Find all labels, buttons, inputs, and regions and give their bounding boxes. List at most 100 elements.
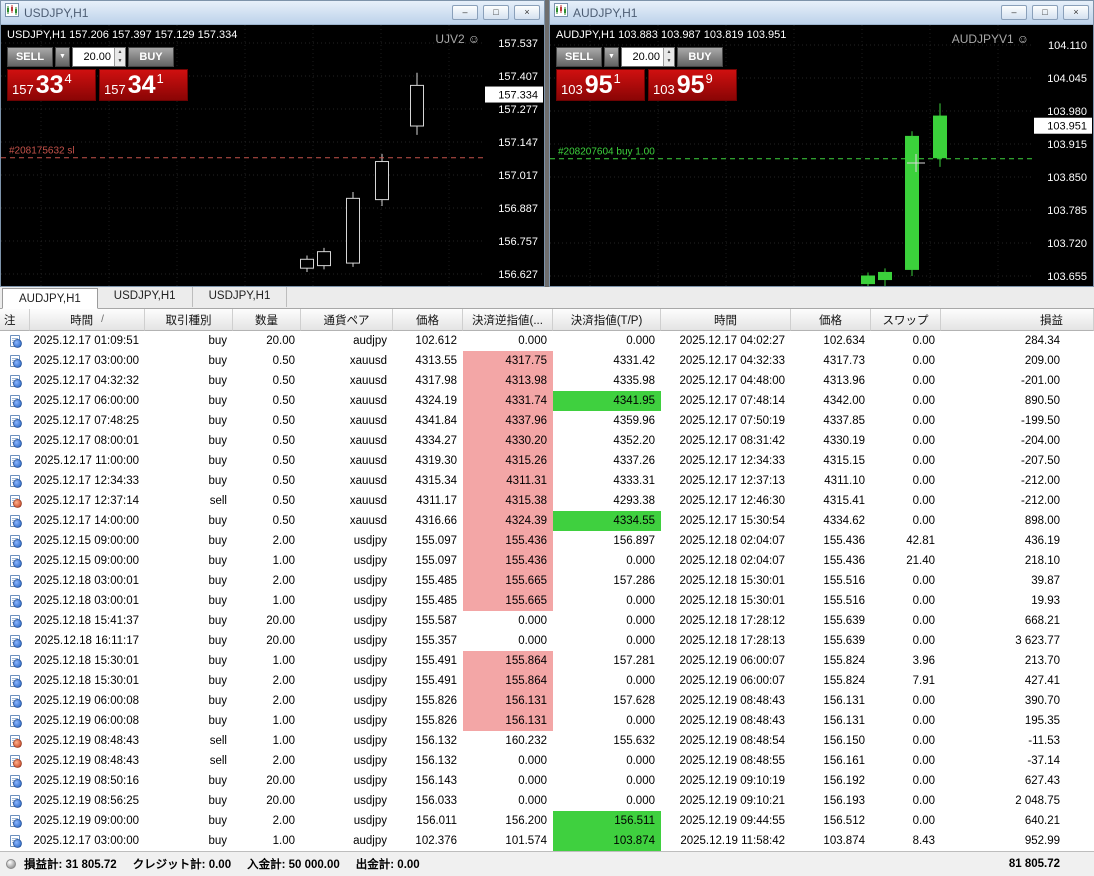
history-row[interactable]: 2025.12.19 08:56:25 buy 20.00 usdjpy 156.033… xyxy=(0,791,1094,811)
close-button[interactable]: × xyxy=(1063,5,1089,20)
cell-p1: 4334.27 xyxy=(415,435,457,447)
history-row[interactable]: 2025.12.17 06:00:00 buy 0.50 xauusd 4324.19 4… xyxy=(0,391,1094,411)
history-tab-usdjpy-h1[interactable]: USDJPY,H1 xyxy=(98,286,193,307)
buy-button[interactable]: BUY xyxy=(677,47,723,67)
history-row[interactable]: 2025.12.19 08:48:43 sell 2.00 usdjpy 156.132… xyxy=(0,751,1094,771)
cell-p1: 155.587 xyxy=(415,615,457,627)
cell-p2: 4317.73 xyxy=(823,355,865,367)
history-tab-audjpy-h1[interactable]: AUDJPY,H1 xyxy=(2,288,98,309)
buy-price-display[interactable]: 157 34 1 xyxy=(99,69,188,101)
history-row[interactable]: 2025.12.18 03:00:01 buy 2.00 usdjpy 155.485 1… xyxy=(0,571,1094,591)
column-header-icon[interactable]: 注 xyxy=(0,309,30,331)
cell-swap: 0.00 xyxy=(912,375,935,387)
cell-tp: 0.000 xyxy=(626,795,655,807)
history-row[interactable]: 2025.12.18 15:30:01 buy 2.00 usdjpy 155.491 1… xyxy=(0,671,1094,691)
spinner-up-icon[interactable]: ▲ xyxy=(664,48,674,57)
volume-input[interactable]: 20.00 ▲ ▼ xyxy=(621,47,675,67)
cell-type: buy xyxy=(208,435,227,447)
window-titlebar[interactable]: USDJPY,H1 – □ × xyxy=(1,1,544,25)
column-header-t2[interactable]: 時間 xyxy=(661,309,791,331)
history-row[interactable]: 2025.12.17 14:00:00 buy 0.50 xauusd 4316.66 4… xyxy=(0,511,1094,531)
expert-label: UJV2 xyxy=(435,32,465,46)
sell-button[interactable]: SELL xyxy=(7,47,53,67)
sell-button[interactable]: SELL xyxy=(556,47,602,67)
volume-dropdown[interactable]: ▼ xyxy=(55,47,70,67)
cell-t1: 2025.12.17 01:09:51 xyxy=(33,335,139,347)
column-header-p1[interactable]: 価格 xyxy=(393,309,463,331)
column-header-vol[interactable]: 数量 xyxy=(233,309,301,331)
history-row[interactable]: 2025.12.17 04:32:32 buy 0.50 xauusd 4317.98 4… xyxy=(0,371,1094,391)
column-header-sym[interactable]: 通貨ペア xyxy=(301,309,393,331)
history-row[interactable]: 2025.12.19 08:48:43 sell 1.00 usdjpy 156.132… xyxy=(0,731,1094,751)
history-row[interactable]: 2025.12.18 03:00:01 buy 1.00 usdjpy 155.485 1… xyxy=(0,591,1094,611)
cell-p2: 156.150 xyxy=(823,735,865,747)
cell-sym: usdjpy xyxy=(353,595,387,607)
cell-t2: 2025.12.19 08:48:43 xyxy=(679,715,785,727)
order-buy-icon xyxy=(10,635,22,648)
restore-button[interactable]: □ xyxy=(1032,5,1058,20)
history-row[interactable]: 2025.12.19 06:00:08 buy 2.00 usdjpy 155.826 1… xyxy=(0,691,1094,711)
history-row[interactable]: 2025.12.18 15:30:01 buy 1.00 usdjpy 155.491 1… xyxy=(0,651,1094,671)
history-row[interactable]: 2025.12.19 06:00:08 buy 1.00 usdjpy 155.826 1… xyxy=(0,711,1094,731)
history-row[interactable]: 2025.12.17 12:34:33 buy 0.50 xauusd 4315.34 4… xyxy=(0,471,1094,491)
cell-tp: 156.511 xyxy=(553,811,661,831)
cell-t2: 2025.12.18 15:30:01 xyxy=(679,575,785,587)
history-row[interactable]: 2025.12.17 08:00:01 buy 0.50 xauusd 4334.27 4… xyxy=(0,431,1094,451)
cell-sl: 155.436 xyxy=(463,531,553,551)
column-header-type[interactable]: 取引種別 xyxy=(145,309,233,331)
chart-area[interactable]: 104.110 104.045 103.980 103.915 103.850 103.7… xyxy=(550,25,1093,286)
column-label: 決済指値(T/P) xyxy=(570,314,643,327)
minimize-button[interactable]: – xyxy=(452,5,478,20)
cell-t1: 2025.12.15 09:00:00 xyxy=(33,555,139,567)
history-tab-usdjpy-h1[interactable]: USDJPY,H1 xyxy=(193,286,288,307)
sell-price-display[interactable]: 103 95 1 xyxy=(556,69,645,101)
cell-tp: 0.000 xyxy=(626,755,655,767)
cell-sl: 0.000 xyxy=(518,775,547,787)
cell-sl: 156.131 xyxy=(463,691,553,711)
spinner-down-icon[interactable]: ▼ xyxy=(115,57,125,66)
history-row[interactable]: 2025.12.17 03:00:00 buy 0.50 xauusd 4313.55 4… xyxy=(0,351,1094,371)
cell-type: buy xyxy=(208,475,227,487)
chart-area[interactable]: 157.537 157.407 157.277 157.147 157.017 156.8… xyxy=(1,25,544,286)
history-row[interactable]: 2025.12.19 08:50:16 buy 20.00 usdjpy 156.143… xyxy=(0,771,1094,791)
minimize-button[interactable]: – xyxy=(1001,5,1027,20)
history-row[interactable]: 2025.12.18 16:11:17 buy 20.00 usdjpy 155.357… xyxy=(0,631,1094,651)
column-header-tp[interactable]: 決済指値(T/P) xyxy=(553,309,661,331)
volume-stepper[interactable]: ▲ ▼ xyxy=(663,48,674,66)
sell-price-display[interactable]: 157 33 4 xyxy=(7,69,96,101)
order-buy-icon xyxy=(10,435,22,448)
cell-p2: 155.639 xyxy=(823,635,865,647)
column-header-swap[interactable]: スワップ xyxy=(871,309,941,331)
history-row[interactable]: 2025.12.19 09:00:00 buy 2.00 usdjpy 156.011 1… xyxy=(0,811,1094,831)
volume-dropdown[interactable]: ▼ xyxy=(604,47,619,67)
column-header-sl[interactable]: 決済逆指値(... xyxy=(463,309,553,331)
cell-p2: 4337.85 xyxy=(823,415,865,427)
spinner-up-icon[interactable]: ▲ xyxy=(115,48,125,57)
cell-swap: 0.00 xyxy=(912,575,935,587)
cell-t1: 2025.12.17 08:00:01 xyxy=(33,435,139,447)
one-click-trading-panel: SELL ▼ 20.00 ▲ ▼ BUY 157 33 4 157 34 1 xyxy=(7,47,197,101)
volume-stepper[interactable]: ▲ ▼ xyxy=(114,48,125,66)
buy-button[interactable]: BUY xyxy=(128,47,174,67)
history-row[interactable]: 2025.12.17 07:48:25 buy 0.50 xauusd 4341.84 4… xyxy=(0,411,1094,431)
cell-t1: 2025.12.19 06:00:08 xyxy=(33,695,139,707)
window-titlebar[interactable]: AUDJPY,H1 – □ × xyxy=(550,1,1093,25)
history-row[interactable]: 2025.12.17 03:00:00 buy 1.00 audjpy 102.376 1… xyxy=(0,831,1094,851)
column-header-p2[interactable]: 価格 xyxy=(791,309,871,331)
history-row[interactable]: 2025.12.18 15:41:37 buy 20.00 usdjpy 155.587… xyxy=(0,611,1094,631)
history-row[interactable]: 2025.12.17 01:09:51 buy 20.00 audjpy 102.612… xyxy=(0,331,1094,351)
spinner-down-icon[interactable]: ▼ xyxy=(664,57,674,66)
history-row[interactable]: 2025.12.15 09:00:00 buy 2.00 usdjpy 155.097 1… xyxy=(0,531,1094,551)
column-header-t1[interactable]: 時間 / xyxy=(30,309,145,331)
history-row[interactable]: 2025.12.15 09:00:00 buy 1.00 usdjpy 155.097 1… xyxy=(0,551,1094,571)
buy-price-display[interactable]: 103 95 9 xyxy=(648,69,737,101)
order-buy-icon xyxy=(10,595,22,608)
close-button[interactable]: × xyxy=(514,5,540,20)
column-header-profit[interactable]: 損益 xyxy=(941,309,1094,331)
volume-input[interactable]: 20.00 ▲ ▼ xyxy=(72,47,126,67)
history-row[interactable]: 2025.12.17 12:37:14 sell 0.50 xauusd 4311.17… xyxy=(0,491,1094,511)
history-row[interactable]: 2025.12.17 11:00:00 buy 0.50 xauusd 4319.30 4… xyxy=(0,451,1094,471)
restore-button[interactable]: □ xyxy=(483,5,509,20)
cell-vol: 2.00 xyxy=(272,575,295,587)
cell-tp: 4293.38 xyxy=(613,495,655,507)
